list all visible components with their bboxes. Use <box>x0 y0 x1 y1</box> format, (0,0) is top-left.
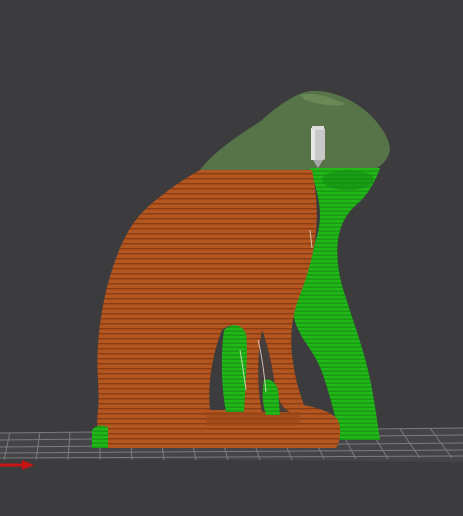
3d-print-preview-viewport[interactable] <box>0 0 463 516</box>
x-axis-arrow-icon <box>0 460 34 470</box>
unprinted-preview-region <box>200 90 390 170</box>
